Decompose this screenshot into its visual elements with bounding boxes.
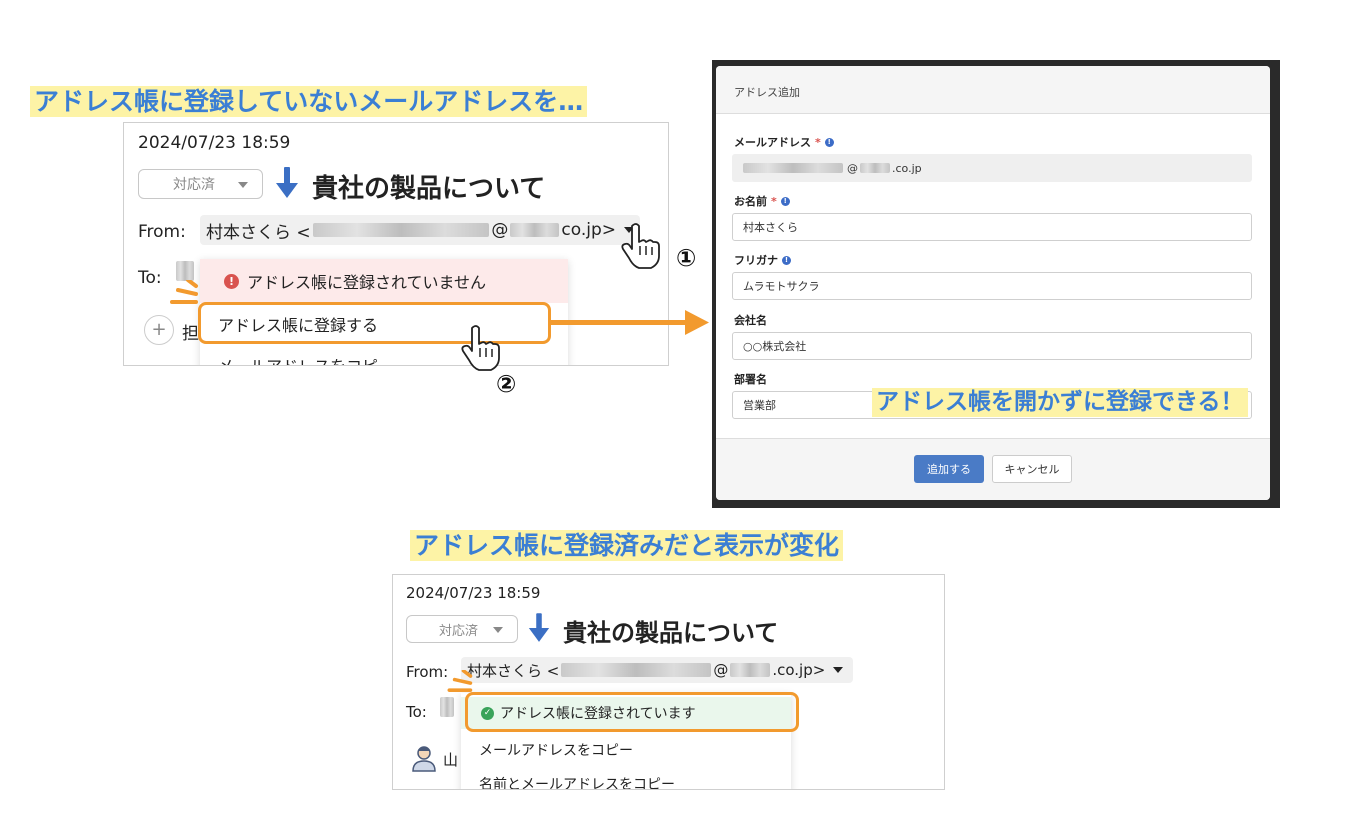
company-label: 会社名 [734,314,767,327]
menu-item-copy-email[interactable]: メールアドレスをコピー [461,733,791,767]
caption-registered-display: アドレス帳に登録済みだと表示が変化 [410,530,844,562]
dialog-title: アドレス追加 [734,86,800,99]
dialog-footer: 追加する キャンセル [716,438,1270,500]
info-icon: ! [780,196,790,206]
status-value: 対応済 [173,177,215,193]
hand-cursor-icon [621,223,660,269]
arrow-down-icon [528,613,550,642]
email-label: メールアドレス * ! [734,134,834,150]
name-field[interactable]: 村本さくら [732,213,1252,241]
copy-email-text: メールアドレスをコピー [479,743,633,759]
mail-subject: 貴社の製品について [312,174,546,204]
assignee-partial-label: 山 [443,751,459,769]
required-mark: * [815,135,821,149]
caption-not-registered: アドレス帳に登録していないメールアドレスを… [30,86,588,118]
masked-to-avatar [176,261,194,281]
step-marker-2: ② [496,370,517,398]
error-icon: ! [224,273,239,289]
mail-date: 2024/07/23 18:59 [138,133,291,153]
avatar [412,746,436,772]
chevron-down-icon [238,182,248,188]
add-address-dialog: アドレス追加 メールアドレス * ! @ .co.jp お名前 * ! 村本さく… [716,66,1270,500]
masked-domain [860,163,890,173]
masked-email-domain [510,223,560,237]
masked-to-avatar [440,697,454,717]
mail-date: 2024/07/23 18:59 [406,584,541,602]
from-label: From: [406,663,449,681]
from-label: From: [138,222,186,242]
hand-cursor-icon [461,325,500,371]
masked-email-local [561,663,712,677]
mail-panel-after: 2024/07/23 18:59 対応済 貴社の製品について From: 村本さ… [392,574,945,790]
department-label: 部署名 [734,373,767,386]
furigana-field[interactable]: ムラモトサクラ [732,272,1252,300]
status-value: 対応済 [439,623,479,639]
copy-email-text: メールアドレスをコピー [218,353,394,365]
masked-email-domain [730,663,771,677]
status-select[interactable]: 対応済 [406,615,518,643]
from-name: 村本さくら < [467,661,560,680]
mail-subject: 貴社の製品について [563,619,779,647]
arrow-down-icon [276,167,298,198]
furigana-label-text: フリガナ [734,254,778,267]
info-icon: ! [782,255,791,265]
attention-rays-icon [447,670,473,692]
to-label: To: [406,703,427,721]
masked-email-local [312,223,490,237]
name-label: お名前 * ! [734,193,790,209]
caption-register-without-opening: アドレス帳を開かずに登録できる！ [872,388,1248,417]
from-domain: .co.jp> [772,661,826,679]
from-address-chip[interactable]: 村本さくら < @ .co.jp> [461,657,853,683]
menu-item-copy-name-email[interactable]: 名前とメールアドレスをコピー [461,767,791,790]
at-sign: @ [847,161,858,175]
caret-down-icon [833,667,844,673]
step-marker-1: ① [676,244,697,272]
dialog-header: アドレス追加 [716,66,1270,114]
chevron-down-icon [493,627,503,633]
assignee-partial-label: 担 [182,324,199,344]
add-button[interactable]: 追加する [914,455,984,483]
masked-email [743,163,843,173]
email-label-text: メールアドレス [734,136,811,149]
add-assignee-button[interactable]: + [144,315,174,345]
cancel-button[interactable]: キャンセル [992,455,1072,483]
from-address-chip[interactable]: 村本さくら < @ co.jp> [200,215,640,245]
furigana-label: フリガナ ! [734,252,791,268]
company-field[interactable]: ○○株式会社 [732,332,1252,360]
from-domain: co.jp> [561,220,616,240]
copy-name-email-text: 名前とメールアドレスをコピー [479,777,675,790]
at-sign: @ [713,661,729,679]
name-label-text: お名前 [734,195,767,208]
from-name: 村本さくら < [206,222,311,243]
menu-item-not-registered: ! アドレス帳に登録されていません [200,259,568,303]
email-field: @ .co.jp [732,154,1252,182]
info-icon: ! [824,137,834,147]
at-sign: @ [491,220,509,240]
menu-item-copy-email[interactable]: メールアドレスをコピー [200,345,568,365]
status-select[interactable]: 対応済 [138,169,263,199]
not-registered-text: アドレス帳に登録されていません [247,273,487,292]
highlight-registered-item [465,692,799,732]
required-mark: * [771,194,777,208]
to-label: To: [138,268,162,288]
email-domain: .co.jp [892,161,922,175]
attention-rays-icon [170,280,198,304]
arrow-right-icon [551,310,709,335]
